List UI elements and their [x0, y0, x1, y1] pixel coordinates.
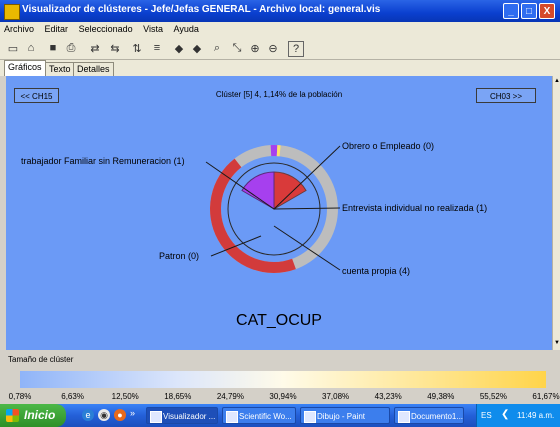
- internet-explorer-icon[interactable]: e: [82, 409, 94, 421]
- arrow-right-icon[interactable]: ◆: [190, 41, 204, 55]
- visualizador-task-icon: [150, 411, 162, 423]
- title-bar: Visualizador de clústeres - Jefe/Jefas G…: [0, 0, 560, 22]
- system-tray: ES ❮ 11:49 a.m.: [476, 404, 560, 427]
- chart-scrollbar[interactable]: ▲ ▼: [552, 76, 560, 350]
- new-icon[interactable]: ▭: [6, 41, 20, 55]
- task-scientific-workplace[interactable]: Scientific Wo...: [222, 407, 296, 424]
- window-title: Visualizador de clústeres - Jefe/Jefas G…: [22, 4, 381, 15]
- scale-tick-label: 24,79%: [216, 392, 244, 401]
- scale-tick-label: 37,08%: [322, 392, 350, 401]
- menu-editar[interactable]: Editar: [41, 22, 73, 34]
- start-label: Inicio: [24, 408, 56, 422]
- cluster-pie-chart: [205, 145, 341, 273]
- media-icon[interactable]: ◉: [98, 409, 110, 421]
- find-icon[interactable]: ⌕: [210, 41, 224, 55]
- scale-tick-label: 61,67%: [532, 392, 560, 401]
- slice-entrevista: [273, 171, 307, 210]
- save-icon[interactable]: ■: [46, 41, 60, 55]
- sort-icon[interactable]: ⇅: [130, 41, 144, 55]
- next-cluster-button[interactable]: CH03 >>: [476, 88, 536, 103]
- taskbar: Inicio e ◉ ● » Visualizador ... Scientif…: [0, 404, 560, 427]
- task-label: Dibujo - Paint: [317, 412, 366, 421]
- task-label: Documento1...: [411, 412, 464, 421]
- label-obrero: Obrero o Empleado (0): [342, 141, 435, 151]
- scale-ticks: 0,78% 6,63% 12,50% 18,65% 24,79% 30,94% 37,08%…: [0, 392, 560, 402]
- cluster-size-label: Tamaño de clúster: [8, 355, 74, 364]
- zoom-out-icon[interactable]: ⊖: [266, 41, 280, 55]
- label-cuenta-propia: cuenta propia (4): [342, 266, 411, 276]
- chart-panel: Clúster [5] 4, 1,14% de la población Obr…: [6, 76, 552, 350]
- start-button[interactable]: Inicio: [0, 404, 66, 427]
- scale-tick-label: 43,23%: [374, 392, 402, 401]
- clock: 11:49 a.m.: [517, 411, 555, 420]
- app-icon: [4, 4, 20, 20]
- label-trabajador-familiar: trabajador Familiar sin Remuneracion (1): [21, 156, 185, 166]
- scale-tick-label: 12,50%: [111, 392, 139, 401]
- print-icon[interactable]: ⎙: [64, 41, 78, 55]
- filter-icon[interactable]: ≡: [150, 41, 164, 55]
- task-label: Scientific Wo...: [239, 412, 292, 421]
- minimize-button[interactable]: _: [503, 3, 519, 19]
- scale-tick-label: 0,78%: [8, 392, 32, 401]
- cluster-size-gradient: [20, 371, 546, 388]
- word-task-icon: [398, 411, 410, 423]
- zoom-fit-icon[interactable]: ⤡: [230, 41, 244, 55]
- tab-graficos[interactable]: Gráficos: [4, 60, 46, 76]
- maximize-button[interactable]: □: [521, 3, 537, 19]
- toolbar: ▭ ⌂ ■ ⎙ ⇄ ⇆ ⇅ ≡ ◆ ◆ ⌕ ⤡ ⊕ ⊖ ?: [0, 37, 560, 60]
- outer-ring-trabajador: [270, 145, 278, 157]
- close-button[interactable]: X: [539, 3, 555, 19]
- menu-vista[interactable]: Vista: [139, 22, 167, 34]
- scale-tick-label: 30,94%: [269, 392, 297, 401]
- quicklaunch-chevron-icon[interactable]: »: [130, 408, 135, 418]
- task-paint[interactable]: Dibujo - Paint: [300, 407, 390, 424]
- arrow-left-icon[interactable]: ◆: [172, 41, 186, 55]
- back-icon[interactable]: ❮: [501, 409, 509, 420]
- scroll-down-icon[interactable]: ▼: [554, 340, 560, 346]
- back-swap-icon[interactable]: ⇆: [108, 41, 122, 55]
- language-indicator[interactable]: ES: [481, 411, 492, 420]
- prev-cluster-button[interactable]: << CH15: [14, 88, 59, 103]
- scale-tick-label: 49,38%: [427, 392, 455, 401]
- scale-tick-label: 6,63%: [61, 392, 84, 401]
- menu-ayuda[interactable]: Ayuda: [170, 22, 203, 34]
- menu-seleccionado[interactable]: Seleccionado: [75, 22, 137, 34]
- swap-icon[interactable]: ⇄: [88, 41, 102, 55]
- firefox-icon[interactable]: ●: [114, 409, 126, 421]
- open-icon[interactable]: ⌂: [24, 41, 38, 55]
- windows-logo-icon: [6, 409, 19, 422]
- task-documento[interactable]: Documento1...: [394, 407, 464, 424]
- tab-bar: Gráficos Texto Detalles: [0, 60, 560, 76]
- label-entrevista: Entrevista individual no realizada (1): [342, 203, 488, 213]
- chart-title: CAT_OCUP: [236, 312, 322, 329]
- scale-tick-label: 55,52%: [479, 392, 507, 401]
- paint-task-icon: [304, 411, 316, 423]
- zoom-in-icon[interactable]: ⊕: [248, 41, 262, 55]
- cluster-header: Clúster [5] 4, 1,14% de la población: [215, 90, 343, 99]
- task-visualizador[interactable]: Visualizador ...: [146, 407, 218, 424]
- menu-bar: Archivo Editar Seleccionado Vista Ayuda: [0, 22, 560, 37]
- task-label: Visualizador ...: [163, 412, 216, 421]
- label-patron: Patron (0): [159, 251, 200, 261]
- tab-texto[interactable]: Texto: [45, 62, 75, 76]
- scroll-up-icon[interactable]: ▲: [554, 78, 560, 84]
- scientific-task-icon: [226, 411, 238, 423]
- tab-detalles[interactable]: Detalles: [73, 62, 114, 76]
- help-icon[interactable]: ?: [288, 41, 304, 57]
- menu-archivo[interactable]: Archivo: [0, 22, 38, 34]
- scale-tick-label: 18,65%: [164, 392, 192, 401]
